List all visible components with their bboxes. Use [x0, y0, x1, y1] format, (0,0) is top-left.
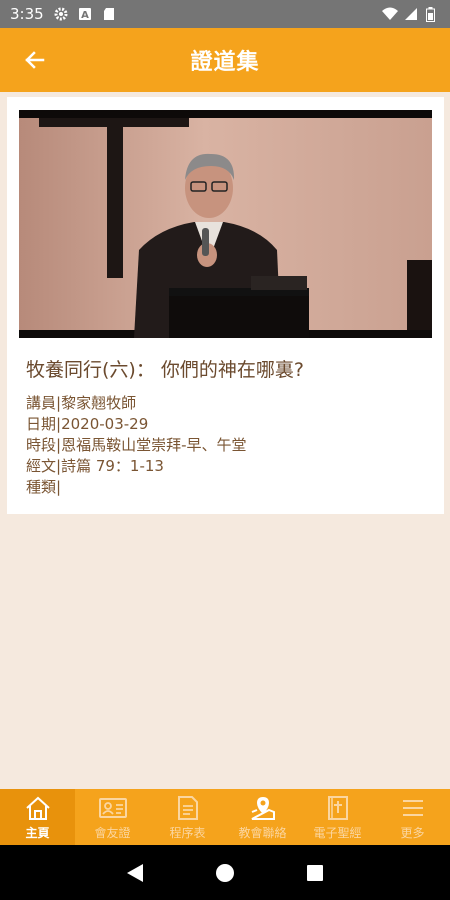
sermon-title[interactable]: 牧養同行(六)： 你們的神在哪裏? — [26, 355, 436, 382]
nav-program-sheet[interactable]: 程序表 — [150, 789, 225, 845]
nav-more[interactable]: 更多 — [375, 789, 450, 845]
scripture-value: 詩篇 79：1-13 — [61, 457, 164, 475]
status-time: 3:35 — [10, 5, 44, 23]
nav-church-contact[interactable]: 教會聯絡 — [225, 789, 300, 845]
scripture-label: 經文| — [26, 457, 62, 475]
session-value: 恩福馬鞍山堂崇拜-早、午堂 — [61, 436, 247, 454]
system-recents-button[interactable] — [301, 859, 329, 887]
app-notification-icon: A — [78, 7, 92, 21]
wifi-icon — [382, 7, 398, 21]
app-bar: 證道集 — [0, 28, 450, 92]
program-sheet-icon — [173, 794, 203, 822]
nav-home-label: 主頁 — [25, 825, 50, 840]
meta-date-row: 日期| 2020-03-29 — [26, 414, 436, 435]
triangle-back-icon — [127, 863, 143, 882]
system-back-button[interactable] — [121, 859, 149, 887]
meta-session-row: 時段| 恩福馬鞍山堂崇拜-早、午堂 — [26, 435, 436, 456]
back-button[interactable] — [18, 44, 50, 76]
meta-speaker-row: 講員| 黎家翹牧師 — [26, 393, 436, 414]
meta-category-row: 種類| — [26, 477, 436, 498]
signal-icon — [404, 7, 418, 21]
nav-member-card[interactable]: 會友證 — [75, 789, 150, 845]
category-label: 種類| — [26, 478, 62, 496]
battery-icon — [426, 7, 440, 22]
bottom-nav: 主頁 會友證 程序表 教會聯絡 電子聖經 更多 — [0, 789, 450, 845]
nav-church-contact-label: 教會聯絡 — [238, 825, 287, 840]
svg-text:A: A — [81, 10, 89, 21]
speaker-value: 黎家翹牧師 — [61, 394, 137, 412]
nav-bible-label: 電子聖經 — [313, 825, 362, 840]
session-label: 時段| — [26, 436, 62, 454]
system-nav-bar — [0, 845, 450, 900]
nav-program-sheet-label: 程序表 — [169, 825, 206, 840]
circle-home-icon — [216, 863, 234, 882]
meta-scripture-row: 經文| 詩篇 79：1-13 — [26, 456, 436, 477]
date-value: 2020-03-29 — [61, 415, 149, 433]
square-recents-icon — [307, 864, 323, 881]
nav-more-label: 更多 — [400, 825, 425, 840]
settings-icon — [54, 7, 68, 21]
sermon-video-thumbnail[interactable] — [19, 110, 432, 338]
member-card-icon — [98, 794, 128, 822]
back-arrow-icon — [25, 51, 45, 69]
date-label: 日期| — [26, 415, 62, 433]
nav-home[interactable]: 主頁 — [0, 789, 75, 845]
status-bar: 3:35 A — [0, 0, 450, 28]
home-icon — [23, 794, 53, 822]
bible-icon — [323, 794, 353, 822]
church-contact-icon — [248, 794, 278, 822]
system-home-button[interactable] — [211, 859, 239, 887]
menu-icon — [398, 794, 428, 822]
sd-card-icon — [102, 7, 116, 21]
sermon-meta: 講員| 黎家翹牧師 日期| 2020-03-29 時段| 恩福馬鞍山堂崇拜-早、… — [26, 393, 436, 498]
sermon-card[interactable]: 牧養同行(六)： 你們的神在哪裏? 講員| 黎家翹牧師 日期| 2020-03-… — [7, 97, 444, 514]
speaker-label: 講員| — [26, 394, 62, 412]
nav-member-card-label: 會友證 — [94, 825, 131, 840]
nav-bible[interactable]: 電子聖經 — [300, 789, 375, 845]
page-title: 證道集 — [190, 50, 260, 75]
